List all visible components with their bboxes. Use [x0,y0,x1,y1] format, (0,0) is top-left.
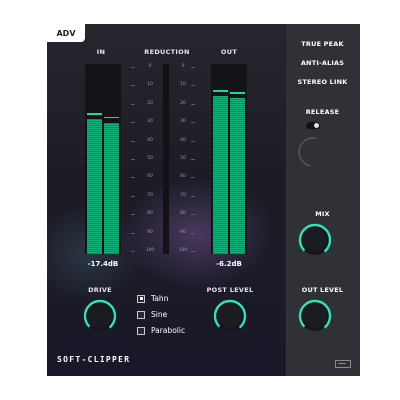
adv-tab[interactable]: ADV [47,24,85,42]
reduction-scale-dash [131,195,135,197]
reduction-scale-dash [131,177,135,179]
reduction-scale-tick: 10 [147,82,153,88]
reduction-scale-dash [191,195,195,197]
reduction-scale-tick: 30 [147,119,153,125]
post-level-knob[interactable] [213,299,247,333]
reduction-scale-dash [191,85,195,87]
reduction-scale-tick: 70 [147,192,153,198]
out-meter-right-bar [230,98,245,254]
in-meter-left-peak [87,113,102,115]
parabolic-label: Parabolic [151,326,186,335]
reduction-scale-tick: 70 [180,192,186,198]
reduction-scale-tick: 40 [180,137,186,143]
post-level-label: POST LEVEL [206,286,254,294]
tahn-checkbox[interactable] [137,294,145,303]
reduction-scale-tick: 0 [181,64,185,69]
drive-knob[interactable] [83,299,117,333]
reduction-scale-dash [191,177,195,179]
reduction-scale-tick: 20 [180,100,186,106]
reduction-scale-dash [191,67,195,68]
reduction-scale-dash [131,251,135,252]
release-knob[interactable] [297,136,329,168]
brand-logo-icon [335,360,351,368]
reduction-scale-tick: 50 [147,156,153,161]
reduction-scale-dash [191,122,195,124]
in-meter-left-bar [87,119,102,254]
release-knob-graphic [298,137,328,167]
reduction-scale-dash [191,159,195,160]
soft-clipper-plugin: ADV IN REDUCTION OUT 0 0 10 10 20 20 30 30 40 40 5… [47,24,360,376]
reduction-scale-tick: 90 [147,229,153,235]
sine-checkbox[interactable] [137,310,145,319]
reduction-scale-tick: 90 [180,229,186,235]
in-level-readout: -17.4dB [87,260,119,268]
reduction-scale-tick: 0 [148,64,152,69]
true-peak-button[interactable]: TRUE PEAK [285,40,360,48]
reduction-scale-dash [131,140,135,142]
mix-knob[interactable] [298,223,332,257]
reduction-scale-tick: 10 [180,82,186,88]
reduction-scale-dash [131,122,135,124]
release-label: RELEASE [305,108,340,116]
reduction-scale-tick: 60 [147,174,153,180]
reduction-meter [163,64,169,254]
release-toggle[interactable] [306,122,320,129]
in-meter-right-peak [104,116,119,119]
curve-option-tahn[interactable]: Tahn [137,294,168,303]
product-name: SOFT-CLIPPER [57,355,131,364]
tahn-label: Tahn [151,294,169,303]
drive-knob-graphic [83,299,117,333]
reduction-scale-tick: 30 [180,119,186,125]
mix-knob-graphic [298,223,332,257]
reduction-scale-dash [131,103,135,105]
reduction-scale-tick: 60 [180,174,186,180]
post-level-knob-graphic [213,299,247,333]
reduction-scale-dash [131,232,135,234]
reduction-scale-dash [191,103,195,105]
reduction-scale-tick: 100 [178,248,188,253]
reduction-scale-tick: 50 [180,156,186,161]
out-meter-label: OUT [220,48,238,56]
reduction-scale-tick: 80 [180,211,186,217]
mix-label: MIX [315,210,330,218]
reduction-scale-tick: 20 [147,100,153,106]
sine-label: Sine [151,310,168,319]
out-meter-left-bar [213,96,228,254]
out-level-readout: -6.2dB [216,260,242,268]
reduction-scale-dash [131,159,135,160]
anti-alias-button[interactable]: ANTI-ALIAS [285,59,360,67]
reduction-scale-dash [191,232,195,234]
reduction-scale-dash [191,214,195,216]
reduction-scale-dash [191,140,195,142]
out-level-label: OUT LEVEL [301,286,344,294]
parabolic-checkbox[interactable] [137,326,145,335]
release-toggle-thumb [314,123,319,128]
drive-label: DRIVE [88,286,112,294]
reduction-scale-tick: 100 [145,248,155,253]
out-level-knob-graphic [298,299,332,333]
reduction-scale-dash [191,251,195,252]
reduction-meter-label: REDUCTION [144,48,190,56]
reduction-scale-tick: 40 [147,137,153,143]
reduction-scale-dash [131,85,135,87]
curve-option-sine[interactable]: Sine [137,310,167,319]
reduction-scale-dash [131,67,135,68]
out-meter-right-peak [230,92,245,94]
reduction-scale-dash [131,214,135,216]
curve-option-parabolic[interactable]: Parabolic [137,326,185,335]
reduction-scale-tick: 80 [147,211,153,217]
out-level-knob[interactable] [298,299,332,333]
stereo-link-button[interactable]: STEREO LINK [285,78,360,86]
in-meter-right-bar [104,122,119,254]
out-meter-left-peak [213,90,228,92]
in-meter-label: IN [96,48,106,56]
